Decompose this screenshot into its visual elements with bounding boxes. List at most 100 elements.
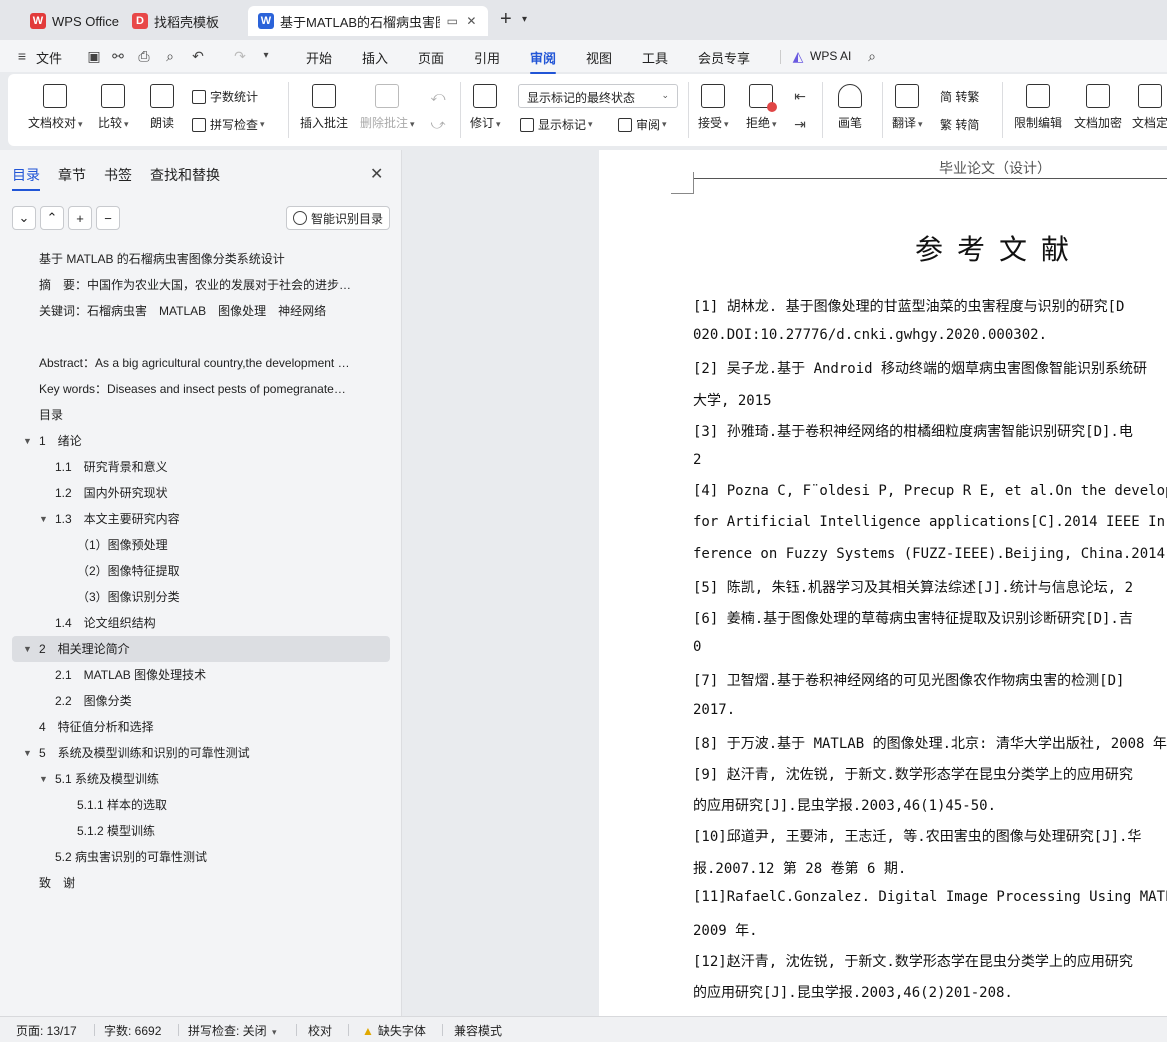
smart-toc-button[interactable]: 智能识别目录 <box>286 206 390 230</box>
menu-review[interactable]: 审阅 <box>530 48 557 74</box>
toc-item[interactable]: （1）图像预处理 <box>12 532 390 558</box>
menu-references[interactable]: 引用 <box>474 48 500 67</box>
collapse-up-button[interactable]: ⌃ <box>40 206 64 230</box>
accept-button[interactable]: 接受 ▾ <box>698 84 729 131</box>
to-simplified-button[interactable]: 繁 转简 <box>940 116 979 133</box>
toc-item[interactable]: （3）图像识别分类 <box>12 584 390 610</box>
translate-button[interactable]: 翻译 ▾ <box>892 84 923 131</box>
reject-button[interactable]: 拒绝 ▾ <box>746 84 778 131</box>
toc-item[interactable]: Key words：Diseases and insect pests of p… <box>12 376 390 402</box>
toc-item-label: 1.2 国内外研究现状 <box>55 486 168 500</box>
markup-state-select[interactable]: 显示标记的最终状态 ⌄ <box>518 84 678 108</box>
link-icon[interactable]: ⚯ <box>110 48 126 64</box>
prev-comment-icon[interactable]: ⤺ <box>430 88 446 104</box>
toc-item[interactable]: 致 谢 <box>12 870 390 896</box>
menu-home[interactable]: 开始 <box>306 48 332 67</box>
read-aloud-button[interactable]: 朗读 <box>150 84 174 131</box>
word-count[interactable]: 字数: 6692 <box>104 1022 161 1039</box>
compare-button[interactable]: 比较 ▾ <box>98 84 129 131</box>
toc-item[interactable]: 5.2 病虫害识别的可靠性测试 <box>12 844 390 870</box>
missing-font-status[interactable]: ▲ 缺失字体 <box>362 1022 426 1039</box>
redo-icon[interactable]: ↷ <box>232 48 248 64</box>
expand-arrow-icon[interactable]: ▼ <box>39 766 48 792</box>
read-aloud-icon <box>150 84 174 108</box>
to-traditional-button[interactable]: 简 转繁 <box>940 88 979 105</box>
toc-item[interactable]: 1.2 国内外研究现状 <box>12 480 390 506</box>
expand-arrow-icon[interactable]: ▼ <box>23 428 32 454</box>
toc-item[interactable]: 5.1.1 样本的选取 <box>12 792 390 818</box>
close-icon[interactable]: ✕ <box>465 14 478 28</box>
tab-bookmarks[interactable]: 书签 <box>104 165 132 185</box>
toc-item[interactable]: ▼ 2 相关理论简介 <box>12 636 390 662</box>
insert-comment-button[interactable]: 插入批注 <box>300 84 348 131</box>
toc-item[interactable]: 5.1.2 模型训练 <box>12 818 390 844</box>
tab-wps-office[interactable]: W WPS Office <box>20 6 129 36</box>
toc-item[interactable]: 基于 MATLAB 的石榴病虫害图像分类系统设计 <box>12 246 390 272</box>
expand-down-button[interactable]: ⌄ <box>12 206 36 230</box>
document-page[interactable]: 毕业论文（设计） 参考文献 [1] 胡林龙. 基于图像处理的甘蓝型油菜的虫害程度… <box>599 150 1167 1016</box>
toc-item[interactable]: 目录 <box>12 402 390 428</box>
toc-item[interactable]: ▼ 1.3 本文主要研究内容 <box>12 506 390 532</box>
toc-item[interactable] <box>12 324 390 350</box>
toc-item[interactable]: 摘 要：中国作为农业大国，农业的发展对于社会的进步有着 … <box>12 272 390 298</box>
word-count-button[interactable]: 字数统计 <box>192 88 258 105</box>
spell-check-status[interactable]: 拼写检查: 关闭 ▾ <box>188 1022 277 1039</box>
search-icon[interactable]: ⌕ <box>864 48 880 64</box>
doc-check-button[interactable]: 文档校对 ▾ <box>28 84 83 131</box>
menu-member[interactable]: 会员专享 <box>698 48 750 67</box>
delete-comment-button[interactable]: 删除批注 ▾ <box>360 84 415 131</box>
prev-change-icon[interactable]: ⇤ <box>792 88 808 104</box>
review-pane-icon <box>618 117 632 132</box>
toc-item[interactable]: 1.1 研究背景和意义 <box>12 454 390 480</box>
hamburger-icon[interactable]: ≡ <box>14 48 30 64</box>
toc-item[interactable]: ▼ 5.1 系统及模型训练 <box>12 766 390 792</box>
save-icon[interactable]: ▣ <box>86 48 102 64</box>
next-change-icon[interactable]: ⇥ <box>792 116 808 132</box>
tab-toc[interactable]: 目录 <box>12 165 40 191</box>
menu-file[interactable]: 文件 <box>36 48 62 67</box>
toc-item[interactable]: （2）图像特征提取 <box>12 558 390 584</box>
encrypt-button[interactable]: 文档加密 <box>1074 84 1122 131</box>
menu-view[interactable]: 视图 <box>586 48 612 67</box>
chevron-down-icon[interactable]: ▾ <box>522 14 527 25</box>
add-heading-button[interactable]: + <box>68 206 92 230</box>
new-tab-icon[interactable]: + <box>500 8 512 31</box>
tab-docer[interactable]: D 找稻壳模板 <box>122 6 242 36</box>
toc-item[interactable]: 1.4 论文组织结构 <box>12 610 390 636</box>
proofread-status[interactable]: 校对 <box>308 1022 332 1039</box>
pen-button[interactable]: 画笔 <box>838 84 862 131</box>
review-pane-button[interactable]: 审阅 ▾ <box>618 116 667 133</box>
toc-item[interactable]: 2.2 图像分类 <box>12 688 390 714</box>
toc-item[interactable]: Abstract：As a big agricultural country,t… <box>12 350 390 376</box>
menu-wps-ai[interactable]: WPS AI <box>810 49 851 63</box>
menu-tools[interactable]: 工具 <box>642 48 668 67</box>
spell-check-button[interactable]: 拼写检查 ▾ <box>192 116 265 133</box>
expand-arrow-icon[interactable]: ▼ <box>23 636 32 662</box>
tab-find-replace[interactable]: 查找和替换 <box>150 165 220 185</box>
tab-document[interactable]: W 基于MATLAB的石榴病虫害图像 ▭ ✕ <box>248 6 488 36</box>
expand-arrow-icon[interactable]: ▼ <box>23 740 32 766</box>
document-area[interactable]: 毕业论文（设计） 参考文献 [1] 胡林龙. 基于图像处理的甘蓝型油菜的虫害程度… <box>403 150 1167 1016</box>
toc-item[interactable]: 关键词：石榴病虫害 MATLAB 图像处理 神经网络 <box>12 298 390 324</box>
tab-sections[interactable]: 章节 <box>58 165 86 185</box>
restrict-edit-button[interactable]: 限制编辑 <box>1014 84 1062 131</box>
menu-page[interactable]: 页面 <box>418 48 444 67</box>
track-changes-button[interactable]: 修订 ▾ <box>470 84 501 131</box>
undo-icon[interactable]: ↶ <box>190 48 206 64</box>
remove-heading-button[interactable]: − <box>96 206 120 230</box>
doc-final-button[interactable]: 文档定 <box>1132 84 1167 131</box>
show-markup-button[interactable]: 显示标记 ▾ <box>520 116 593 133</box>
spell-check-icon <box>192 117 206 132</box>
toc-item[interactable]: 4 特征值分析和选择 <box>12 714 390 740</box>
chevron-down-icon[interactable]: ▾ <box>258 48 274 64</box>
toc-item[interactable]: 2.1 MATLAB 图像处理技术 <box>12 662 390 688</box>
print-preview-icon[interactable]: ⌕ <box>162 48 178 64</box>
menu-insert[interactable]: 插入 <box>362 48 388 67</box>
page-indicator[interactable]: 页面: 13/17 <box>16 1022 77 1039</box>
toc-item[interactable]: ▼ 1 绪论 <box>12 428 390 454</box>
close-icon[interactable]: ✕ <box>370 164 383 184</box>
toc-item[interactable]: ▼ 5 系统及模型训练和识别的可靠性测试 <box>12 740 390 766</box>
next-comment-icon[interactable]: ⤻ <box>430 116 446 132</box>
expand-arrow-icon[interactable]: ▼ <box>39 506 48 532</box>
print-icon[interactable]: ⎙ <box>136 48 152 64</box>
